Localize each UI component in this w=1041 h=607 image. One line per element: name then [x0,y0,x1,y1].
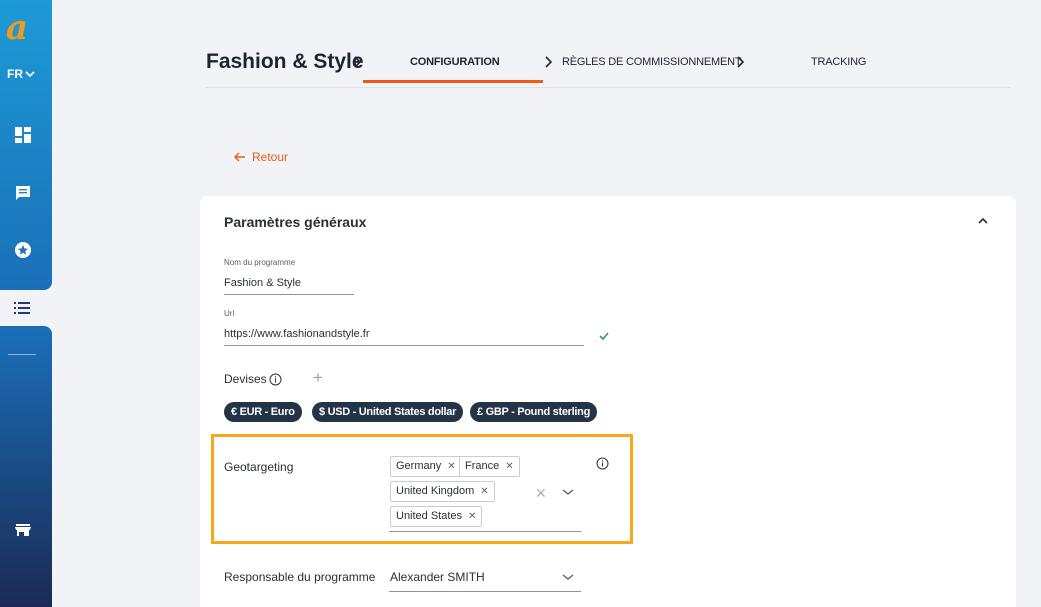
header-divider [206,87,1010,88]
tab-commission-rules[interactable]: RÈGLES DE COMMISSIONNEMENT [562,56,742,68]
program-name-underline [224,294,354,295]
remove-tag-icon[interactable]: ✕ [468,507,476,526]
remove-tag-icon[interactable]: ✕ [480,482,488,501]
check-icon [599,332,609,341]
brand-logo-icon[interactable]: a [5,8,41,44]
url-label: Url [224,309,235,318]
geotargeting-tag: United Kingdom ✕ [390,481,495,502]
back-link[interactable]: Retour [234,150,288,164]
currency-chip: € EUR - Euro [224,402,302,422]
general-settings-card: Paramètres généraux Nom du programme Fas… [200,196,1016,607]
arrow-left-icon [234,152,245,162]
tag-label: France [465,460,500,472]
card-title: Paramètres généraux [224,214,367,230]
sidebar-divider [8,354,36,355]
chevron-right-icon [354,56,362,68]
active-tab-indicator [363,80,543,83]
language-selector[interactable]: FR [7,67,35,81]
language-label: FR [7,67,23,81]
geotargeting-tag: United States ✕ [390,506,483,527]
currencies-label: Devises [224,372,267,386]
remove-tag-icon[interactable]: ✕ [505,457,513,476]
tag-label: United States [396,510,463,522]
url-underline [224,345,584,346]
tag-label: United Kingdom [396,485,475,497]
program-name-label: Nom du programme [224,258,296,267]
program-manager-underline [389,591,581,592]
svg-text:a: a [6,8,28,44]
currency-chip: $ USD - United States dollar [312,402,464,422]
chevron-down-icon[interactable] [562,488,574,496]
program-manager-label: Responsable du programme [224,570,376,584]
star-badge-icon[interactable] [14,241,32,259]
clear-selection-icon[interactable]: ✕ [535,485,547,502]
chevron-right-icon [737,56,745,68]
geotargeting-underline [389,531,581,532]
chevron-up-icon[interactable] [976,214,990,228]
sidebar-active-item[interactable] [0,290,52,326]
chevron-right-icon [545,56,553,68]
tab-tracking[interactable]: TRACKING [811,56,866,68]
sidebar-bottom-section [0,326,52,607]
remove-tag-icon[interactable]: ✕ [447,457,455,476]
list-icon[interactable] [14,302,30,314]
url-input[interactable]: https://www.fashionandstyle.fr [224,328,370,340]
program-manager-select[interactable]: Alexander SMITH [390,570,485,584]
tag-label: Germany [396,460,442,472]
add-currency-button[interactable]: + [313,369,323,386]
chevron-down-icon [25,71,35,78]
sidebar: a FR [0,0,52,607]
program-name-input[interactable]: Fashion & Style [224,277,301,289]
chevron-down-icon[interactable] [562,573,574,581]
chat-icon[interactable] [14,184,32,202]
currencies-label-group: Devises [224,372,282,386]
info-icon[interactable] [269,373,282,386]
sidebar-top-section: a FR [0,0,52,290]
currency-chip: £ GBP - Pound sterling [470,402,597,422]
back-link-label: Retour [252,150,289,164]
dashboard-icon[interactable] [14,126,32,144]
geotargeting-tag: France ✕ [459,456,520,477]
store-icon[interactable] [14,521,32,539]
geotargeting-tag: Germany ✕ [390,456,462,477]
tab-configuration[interactable]: CONFIGURATION [410,56,500,68]
info-icon[interactable] [596,457,609,470]
page-title: Fashion & Style [206,50,364,73]
geotargeting-label: Geotargeting [224,460,294,474]
